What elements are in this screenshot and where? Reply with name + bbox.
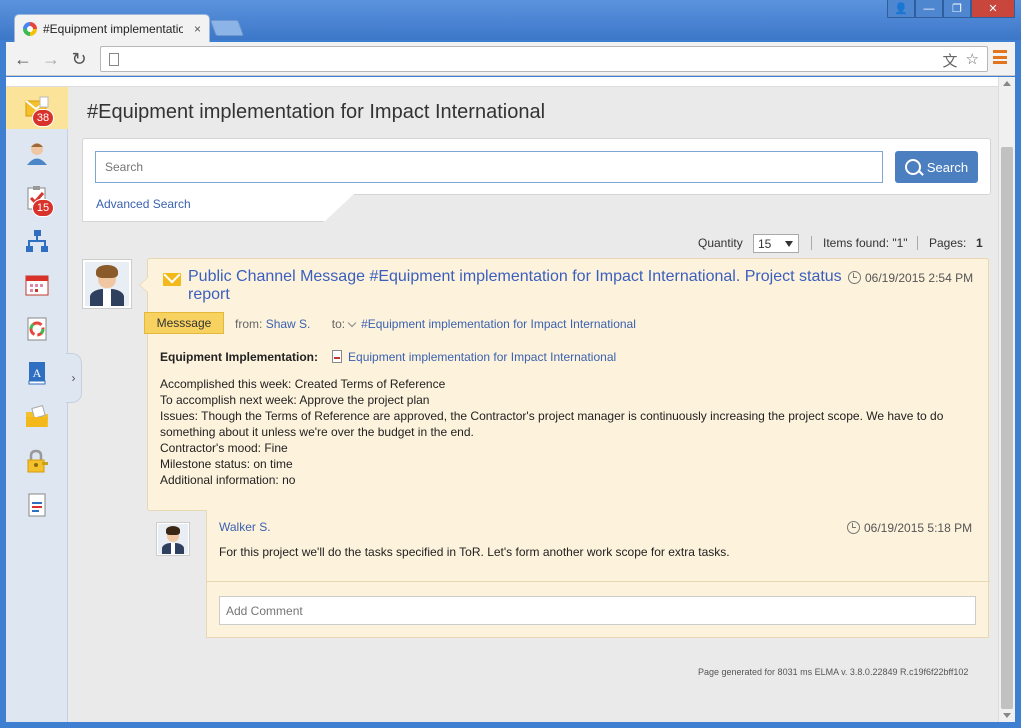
quantity-select[interactable]: 15 xyxy=(753,234,799,253)
commenter-avatar[interactable] xyxy=(156,522,190,556)
processes-icon xyxy=(27,317,47,341)
search-button-label: Search xyxy=(926,159,969,175)
sidebar-collapse-toggle[interactable]: › xyxy=(66,353,82,403)
chevron-down-icon[interactable] xyxy=(347,318,357,328)
user-icon xyxy=(27,143,47,165)
forward-button[interactable]: → xyxy=(40,48,62,70)
scrollbar-thumb[interactable] xyxy=(1001,147,1013,709)
sidebar-item-reports[interactable] xyxy=(6,484,68,526)
message-title-link[interactable]: Public Channel Message #Equipment implem… xyxy=(188,268,848,304)
items-found: Items found: "1" xyxy=(823,236,908,250)
from-to-line: from: Shaw S. to: #Equipment implementati… xyxy=(235,317,636,331)
page-icon xyxy=(109,53,119,66)
sidebar-item-org-structure[interactable] xyxy=(6,220,68,262)
close-window-button[interactable]: ✕ xyxy=(971,0,1015,18)
body-line: Accomplished this week: Created Terms of… xyxy=(160,377,446,391)
sidebar: 38 15 A › xyxy=(6,87,82,722)
sidebar-item-processes[interactable] xyxy=(6,308,68,350)
to-channel-link[interactable]: #Equipment implementation for Impact Int… xyxy=(361,317,636,331)
svg-text:A: A xyxy=(33,366,42,380)
browser-menu-button[interactable] xyxy=(993,50,1007,64)
clock-icon xyxy=(847,521,860,534)
comment-date: 06/19/2015 5:18 PM xyxy=(847,521,972,535)
advanced-search-link[interactable]: Advanced Search xyxy=(96,197,191,211)
maximize-button[interactable]: ❐ xyxy=(943,0,971,18)
window-controls: 👤 — ❐ ✕ xyxy=(887,0,1015,18)
body-line: Issues: Though the Terms of Reference ar… xyxy=(160,409,944,439)
browser-tab[interactable]: #Equipment implementation × xyxy=(14,14,210,42)
page-title: #Equipment implementation for Impact Int… xyxy=(87,101,546,123)
field-value-link[interactable]: Equipment implementation for Impact Inte… xyxy=(348,350,616,364)
search-input[interactable] xyxy=(95,151,883,183)
clock-icon xyxy=(848,271,861,284)
vertical-scrollbar[interactable] xyxy=(998,77,1015,722)
message-type-label: Messsage xyxy=(144,312,224,334)
tab-close-icon[interactable]: × xyxy=(194,22,201,36)
page-viewport: 38 15 A › #Equipment implementation for … xyxy=(6,77,1015,722)
report-icon xyxy=(28,493,46,517)
pager-divider xyxy=(917,236,918,250)
documents-folder-icon xyxy=(26,405,48,427)
sidebar-item-user[interactable] xyxy=(6,132,68,174)
sidebar-item-tasks[interactable]: 15 xyxy=(6,177,68,219)
scroll-down-icon[interactable] xyxy=(1003,713,1011,718)
messages-badge: 38 xyxy=(32,109,54,127)
org-structure-icon xyxy=(26,230,48,252)
from-user-link[interactable]: Shaw S. xyxy=(266,317,311,331)
back-button[interactable]: ← xyxy=(12,48,34,70)
knowledge-book-icon: A xyxy=(28,362,46,385)
search-icon xyxy=(904,159,921,175)
commenter-name-link[interactable]: Walker S. xyxy=(219,520,271,534)
sidebar-item-knowledge[interactable]: A xyxy=(6,352,68,394)
field-label: Equipment Implementation: xyxy=(160,350,319,364)
from-label: from: xyxy=(235,317,263,331)
tab-title: #Equipment implementation xyxy=(43,21,183,36)
pages-label: Pages: xyxy=(929,236,967,250)
tasks-badge: 15 xyxy=(32,199,54,217)
user-profile-button[interactable]: 👤 xyxy=(887,0,915,18)
pager-divider xyxy=(811,236,812,250)
title-bar: #Equipment implementation × 👤 — ❐ ✕ xyxy=(0,0,1021,42)
pages-value[interactable]: 1 xyxy=(976,236,983,250)
sidebar-item-calendar[interactable] xyxy=(6,264,68,306)
envelope-icon xyxy=(163,273,181,286)
address-bar[interactable]: 文 ☆ xyxy=(100,46,988,72)
message-body: Accomplished this week: Created Terms of… xyxy=(160,376,970,488)
search-button[interactable]: Search xyxy=(895,151,978,183)
sidebar-item-messages[interactable]: 38 xyxy=(6,87,68,129)
sidebar-item-documents[interactable] xyxy=(6,396,68,438)
document-icon xyxy=(332,350,343,363)
add-comment-input[interactable] xyxy=(219,596,976,625)
body-line: To accomplish next week: Approve the pro… xyxy=(160,393,430,407)
page-generated-note: Page generated for 8031 ms ELMA v. 3.8.0… xyxy=(698,667,969,677)
top-strip xyxy=(6,77,998,87)
to-label: to: xyxy=(331,317,346,331)
browser-window: #Equipment implementation × 👤 — ❐ ✕ ← → … xyxy=(0,0,1021,728)
message-date: 06/19/2015 2:54 PM xyxy=(848,271,973,285)
sidebar-item-security[interactable] xyxy=(6,440,68,482)
author-avatar[interactable] xyxy=(82,259,132,309)
comment-text: For this project we'll do the tasks spec… xyxy=(219,545,730,559)
reload-button[interactable]: ↻ xyxy=(68,48,90,70)
quantity-label: Quantity xyxy=(698,236,743,250)
scroll-up-icon[interactable] xyxy=(1003,81,1011,86)
equipment-field-row: Equipment Implementation: Equipment imple… xyxy=(160,350,616,364)
new-tab-button[interactable] xyxy=(210,20,244,36)
calendar-icon xyxy=(25,275,49,296)
quantity-value: 15 xyxy=(758,236,772,251)
minimize-button[interactable]: — xyxy=(915,0,943,18)
favicon-icon xyxy=(23,21,37,36)
body-line: Milestone status: on time xyxy=(160,457,293,471)
body-line: Additional information: no xyxy=(160,473,296,487)
chevron-down-icon xyxy=(785,241,793,247)
body-line: Contractor's mood: Fine xyxy=(160,441,288,455)
bookmark-star-icon[interactable]: ☆ xyxy=(966,50,979,71)
translate-icon[interactable]: 文 xyxy=(943,50,958,71)
lock-key-icon xyxy=(27,449,48,473)
browser-toolbar: ← → ↻ 文 ☆ xyxy=(6,42,1015,76)
